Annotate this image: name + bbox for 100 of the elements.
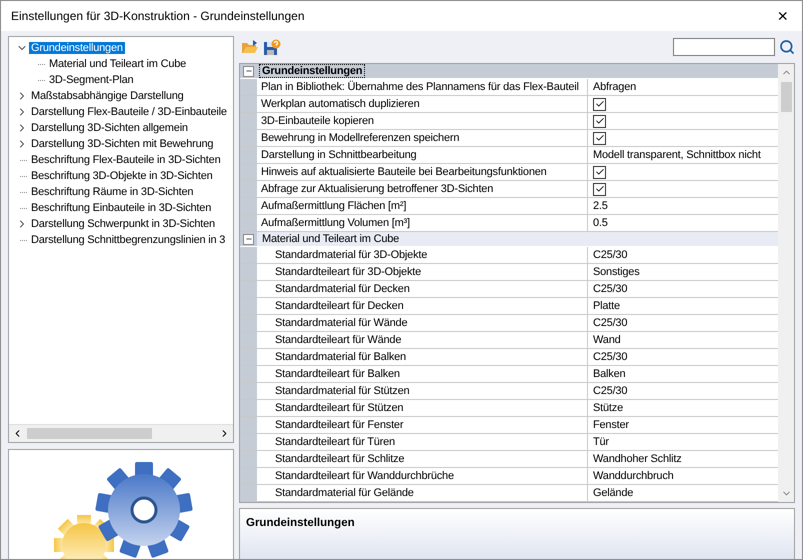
property-value[interactable]: Sonstiges xyxy=(593,264,640,280)
tree-item[interactable]: Grundeinstellungen xyxy=(29,42,125,54)
property-value[interactable]: C25/30 xyxy=(593,281,628,297)
search-icon[interactable] xyxy=(779,39,795,55)
property-name: Aufmaßermittlung Flächen [m²] xyxy=(257,198,588,214)
open-folder-icon[interactable] xyxy=(241,39,259,55)
tree-item[interactable]: Beschriftung Flex-Bauteile in 3D-Sichten xyxy=(29,154,222,166)
tree-item[interactable]: Darstellung 3D-Sichten allgemein xyxy=(29,122,190,134)
row-gutter xyxy=(240,147,257,163)
row-gutter xyxy=(240,96,257,112)
property-name: Standardmaterial für Gelände xyxy=(257,485,588,501)
property-name: Werkplan automatisch duplizieren xyxy=(257,96,588,112)
save-help-icon[interactable] xyxy=(263,38,281,56)
row-gutter xyxy=(240,247,257,263)
group-header[interactable]: Grundeinstellungen xyxy=(240,64,778,79)
row-gutter xyxy=(240,130,257,146)
window-title: Einstellungen für 3D-Konstruktion - Grundeinstellungen xyxy=(11,9,305,23)
row-gutter xyxy=(240,79,257,95)
tree-item[interactable]: Beschriftung 3D-Objekte in 3D-Sichten xyxy=(29,170,215,182)
checkbox[interactable] xyxy=(593,166,606,178)
vertical-scrollbar[interactable] xyxy=(778,64,794,502)
description-title: Grundeinstellungen xyxy=(246,517,355,529)
row-gutter xyxy=(240,400,257,416)
property-value[interactable]: Wanddurchbruch xyxy=(593,468,674,484)
tree-item[interactable]: Darstellung Schnittbegrenzungslinien in 3 xyxy=(29,234,228,246)
close-button[interactable]: × xyxy=(773,6,792,26)
collapse-icon[interactable] xyxy=(243,234,254,244)
tree-item[interactable]: Beschriftung Einbauteile in 3D-Sichten xyxy=(29,202,214,214)
row-gutter xyxy=(240,215,257,231)
property-value[interactable]: Stütze xyxy=(593,400,623,416)
tree-item[interactable]: Darstellung Schwerpunkt in 3D-Sichten xyxy=(29,218,217,230)
row-gutter xyxy=(240,113,257,129)
row-gutter xyxy=(240,298,257,314)
row-gutter xyxy=(240,181,257,197)
row-gutter xyxy=(240,164,257,180)
property-name: Standardteileart für Decken xyxy=(257,298,588,314)
property-value[interactable]: C25/30 xyxy=(593,315,628,331)
search-field[interactable] xyxy=(673,38,775,56)
property-value[interactable]: Abfragen xyxy=(593,79,636,95)
tree-item[interactable]: Material und Teileart im Cube xyxy=(47,58,188,70)
property-name: Standardteileart für Wanddurchbrüche xyxy=(257,468,588,484)
property-value[interactable]: Wand xyxy=(593,332,621,348)
row-gutter xyxy=(240,332,257,348)
property-value[interactable]: Balken xyxy=(593,366,626,382)
row-gutter xyxy=(240,485,257,501)
property-name: Standardteileart für Stützen xyxy=(257,400,588,416)
property-name: Standardteileart für 3D-Objekte xyxy=(257,264,588,280)
property-name: Standardteileart für Türen xyxy=(257,434,588,450)
property-value[interactable]: C25/30 xyxy=(593,247,628,263)
property-name: Standardmaterial für Decken xyxy=(257,281,588,297)
property-name: Standardteileart für Wände xyxy=(257,332,588,348)
property-name: Darstellung in Schnittbearbeitung xyxy=(257,147,588,163)
property-name: Hinweis auf aktualisierte Bauteile bei Bearbeitungsfunktionen xyxy=(257,164,588,180)
row-gutter xyxy=(240,434,257,450)
property-name: Standardmaterial für Stützen xyxy=(257,383,588,399)
horizontal-scrollbar[interactable] xyxy=(9,424,233,442)
tree-item[interactable]: Maßstabsabhängige Darstellung xyxy=(29,90,186,102)
property-name: Abfrage zur Aktualisierung betroffener 3D-Sichten xyxy=(257,181,588,197)
property-name: Standardteileart für Fenster xyxy=(257,417,588,433)
property-name: Standardteileart für Balken xyxy=(257,366,588,382)
property-name: Standardteileart für Schlitze xyxy=(257,451,588,467)
tree-item[interactable]: Beschriftung Räume in 3D-Sichten xyxy=(29,186,196,198)
row-gutter xyxy=(240,366,257,382)
row-gutter xyxy=(240,198,257,214)
property-name: 3D-Einbauteile kopieren xyxy=(257,113,588,129)
property-value[interactable]: C25/30 xyxy=(593,383,628,399)
row-gutter xyxy=(240,468,257,484)
property-value[interactable]: Wandhoher Schlitz xyxy=(593,451,682,467)
row-gutter xyxy=(240,264,257,280)
property-value[interactable]: Tür xyxy=(593,434,609,450)
checkbox[interactable] xyxy=(593,182,606,196)
property-value[interactable]: 0.5 xyxy=(593,215,608,231)
scrollbar-thumb[interactable] xyxy=(27,428,152,439)
row-gutter xyxy=(240,451,257,467)
row-gutter xyxy=(240,417,257,433)
row-gutter xyxy=(240,315,257,331)
tree-item[interactable]: Darstellung 3D-Sichten mit Bewehrung xyxy=(29,138,216,150)
property-name: Aufmaßermittlung Volumen [m³] xyxy=(257,215,588,231)
scrollbar-thumb[interactable] xyxy=(780,82,792,112)
property-value[interactable]: C25/30 xyxy=(593,349,628,365)
tree-item[interactable]: 3D-Segment-Plan xyxy=(47,74,136,86)
property-value[interactable]: 2.5 xyxy=(593,198,608,214)
group-header[interactable]: Material und Teileart im Cube xyxy=(240,232,778,247)
property-value[interactable]: Fenster xyxy=(593,417,629,433)
property-name: Standardmaterial für Wände xyxy=(257,315,588,331)
property-value[interactable]: Gelände xyxy=(593,485,634,501)
row-gutter xyxy=(240,349,257,365)
row-gutter xyxy=(240,383,257,399)
property-value[interactable]: Platte xyxy=(593,298,620,314)
group-title: Grundeinstellungen xyxy=(260,65,364,77)
checkbox[interactable] xyxy=(593,98,606,110)
property-value[interactable]: Modell transparent, Schnittbox nicht xyxy=(593,147,761,163)
row-gutter xyxy=(240,281,257,297)
property-name: Standardmaterial für Balken xyxy=(257,349,588,365)
collapse-icon[interactable] xyxy=(243,66,254,76)
group-title: Material und Teileart im Cube xyxy=(261,233,400,245)
property-name: Standardmaterial für 3D-Objekte xyxy=(257,247,588,263)
tree-item[interactable]: Darstellung Flex-Bauteile / 3D-Einbauteile xyxy=(29,106,229,118)
checkbox[interactable] xyxy=(593,114,606,128)
checkbox[interactable] xyxy=(593,132,606,144)
